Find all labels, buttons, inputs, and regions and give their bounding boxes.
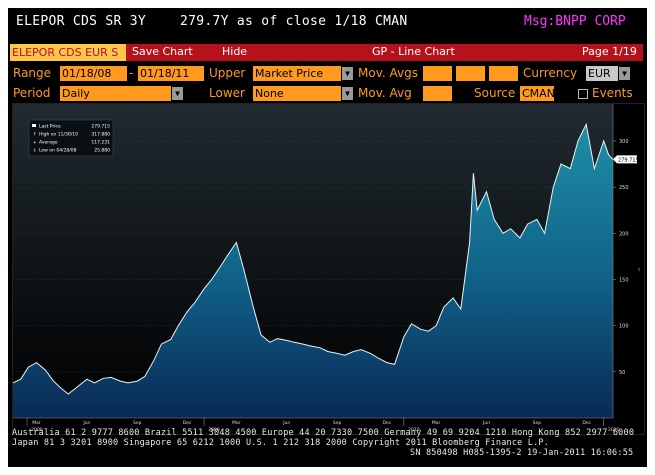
- page-indicator[interactable]: Page 1/19: [582, 45, 637, 58]
- legend: Last Price 279.715 ↑ High on 11/30/10 31…: [28, 119, 114, 157]
- events-label: Events: [592, 86, 633, 100]
- range-end-field[interactable]: 01/18/11: [138, 66, 204, 81]
- mov-avg-field-2[interactable]: [456, 66, 485, 81]
- source-label: Source: [474, 86, 516, 100]
- price-chart: 50 100 150 200 250 300 Mar Jun Sep Dec Mar Jun Sep D…: [12, 104, 641, 433]
- legend-value-high: 317.880: [91, 132, 110, 138]
- y-tick-label: 100: [619, 324, 629, 330]
- legend-value-average: 117.231: [91, 140, 110, 146]
- y-tick-label: 250: [619, 185, 629, 191]
- mov-avg-field-3[interactable]: [489, 66, 518, 81]
- last-price-tag: 279.715: [613, 155, 639, 164]
- svg-text:↓: ↓: [33, 148, 37, 154]
- range-dash: -: [129, 66, 134, 80]
- period-label: Period: [13, 86, 51, 100]
- y-tick-label: 300: [619, 139, 629, 145]
- x-month-label: Jun: [482, 420, 490, 426]
- upper-label: Upper: [209, 66, 246, 80]
- hide-button[interactable]: Hide: [222, 45, 247, 58]
- x-month-label: Mar: [232, 420, 241, 426]
- last-price-tag-text: 279.715: [618, 157, 639, 163]
- x-month-label: Sep: [133, 420, 142, 426]
- legend-value-low: 25.880: [94, 148, 110, 154]
- chart-panel: 50 100 150 200 250 300 Mar Jun Sep Dec Mar Jun Sep D…: [12, 103, 645, 435]
- message-link[interactable]: Msg:BNPP CORP: [524, 14, 626, 29]
- period-dropdown-icon[interactable]: ▼: [172, 87, 183, 100]
- currency-select[interactable]: EUR: [586, 66, 618, 81]
- footer-serial: SN 850498 H085-1395-2 19-Jan-2011 16:06:…: [410, 448, 634, 458]
- last-price-quote: 279.7Y as of close 1/18 CMAN: [180, 14, 408, 29]
- source-field[interactable]: CMAN: [520, 86, 555, 101]
- x-month-label: Dec: [183, 420, 192, 426]
- svg-text:+: +: [33, 140, 37, 146]
- footer-contacts-2: Japan 81 3 3201 8900 Singapore 65 6212 1…: [12, 438, 550, 448]
- lower-dropdown-icon[interactable]: ▼: [342, 87, 353, 100]
- period-select[interactable]: Daily: [60, 86, 171, 101]
- x-month-label: Mar: [32, 420, 41, 426]
- y-axis: 50 100 150 200 250 300: [612, 104, 629, 418]
- legend-label-low: Low on 04/28/08: [39, 148, 77, 154]
- events-checkbox[interactable]: [578, 89, 588, 99]
- upper-select[interactable]: Market Price: [253, 66, 341, 81]
- x-month-label: Sep: [333, 420, 342, 426]
- currency-label: Currency: [523, 66, 578, 80]
- mov-avgs-label: Mov. Avgs: [358, 66, 418, 80]
- function-toolbar: ELEPOR CDS EUR S Save Chart Hide GP - Li…: [10, 44, 643, 61]
- mov-avg-lower-field[interactable]: [423, 86, 452, 101]
- y-tick-label: 50: [619, 370, 625, 376]
- x-month-label: Sep: [533, 420, 542, 426]
- mov-avg-label: Mov. Avg: [358, 86, 412, 100]
- chart-type-title: GP - Line Chart: [372, 45, 455, 58]
- currency-dropdown-icon[interactable]: ▼: [619, 67, 630, 80]
- security-name: ELEPOR CDS SR 3Y: [16, 14, 147, 29]
- ticker-tab[interactable]: ELEPOR CDS EUR S: [10, 44, 126, 61]
- legend-value-last: 279.715: [91, 124, 110, 130]
- x-month-label: Jun: [282, 420, 290, 426]
- x-month-label: Dec: [383, 420, 392, 426]
- lower-label: Lower: [209, 86, 245, 100]
- svg-text:↑: ↑: [33, 132, 37, 138]
- y-tick-label: 200: [619, 231, 629, 237]
- x-month-label: Mar: [432, 420, 441, 426]
- footer-contacts-1: Australia 61 2 9777 8600 Brazil 5511 304…: [12, 428, 635, 438]
- range-label: Range: [13, 66, 52, 80]
- save-chart-button[interactable]: Save Chart: [132, 45, 193, 58]
- lower-select[interactable]: None: [253, 86, 341, 101]
- scroll-chevron-icon[interactable]: ‹: [637, 265, 641, 275]
- mov-avg-field-1[interactable]: [423, 66, 452, 81]
- x-month-label: Dec: [582, 420, 591, 426]
- legend-label-average: Average: [39, 140, 58, 146]
- bloomberg-terminal: ELEPOR CDS SR 3Y 279.7Y as of close 1/18…: [8, 8, 647, 467]
- legend-label-high: High on 11/30/10: [39, 132, 78, 138]
- x-month-label: Jun: [82, 420, 90, 426]
- range-start-field[interactable]: 01/18/08: [60, 66, 127, 81]
- y-tick-label: 150: [619, 277, 629, 283]
- legend-label-last: Last Price: [39, 124, 61, 130]
- upper-dropdown-icon[interactable]: ▼: [342, 67, 353, 80]
